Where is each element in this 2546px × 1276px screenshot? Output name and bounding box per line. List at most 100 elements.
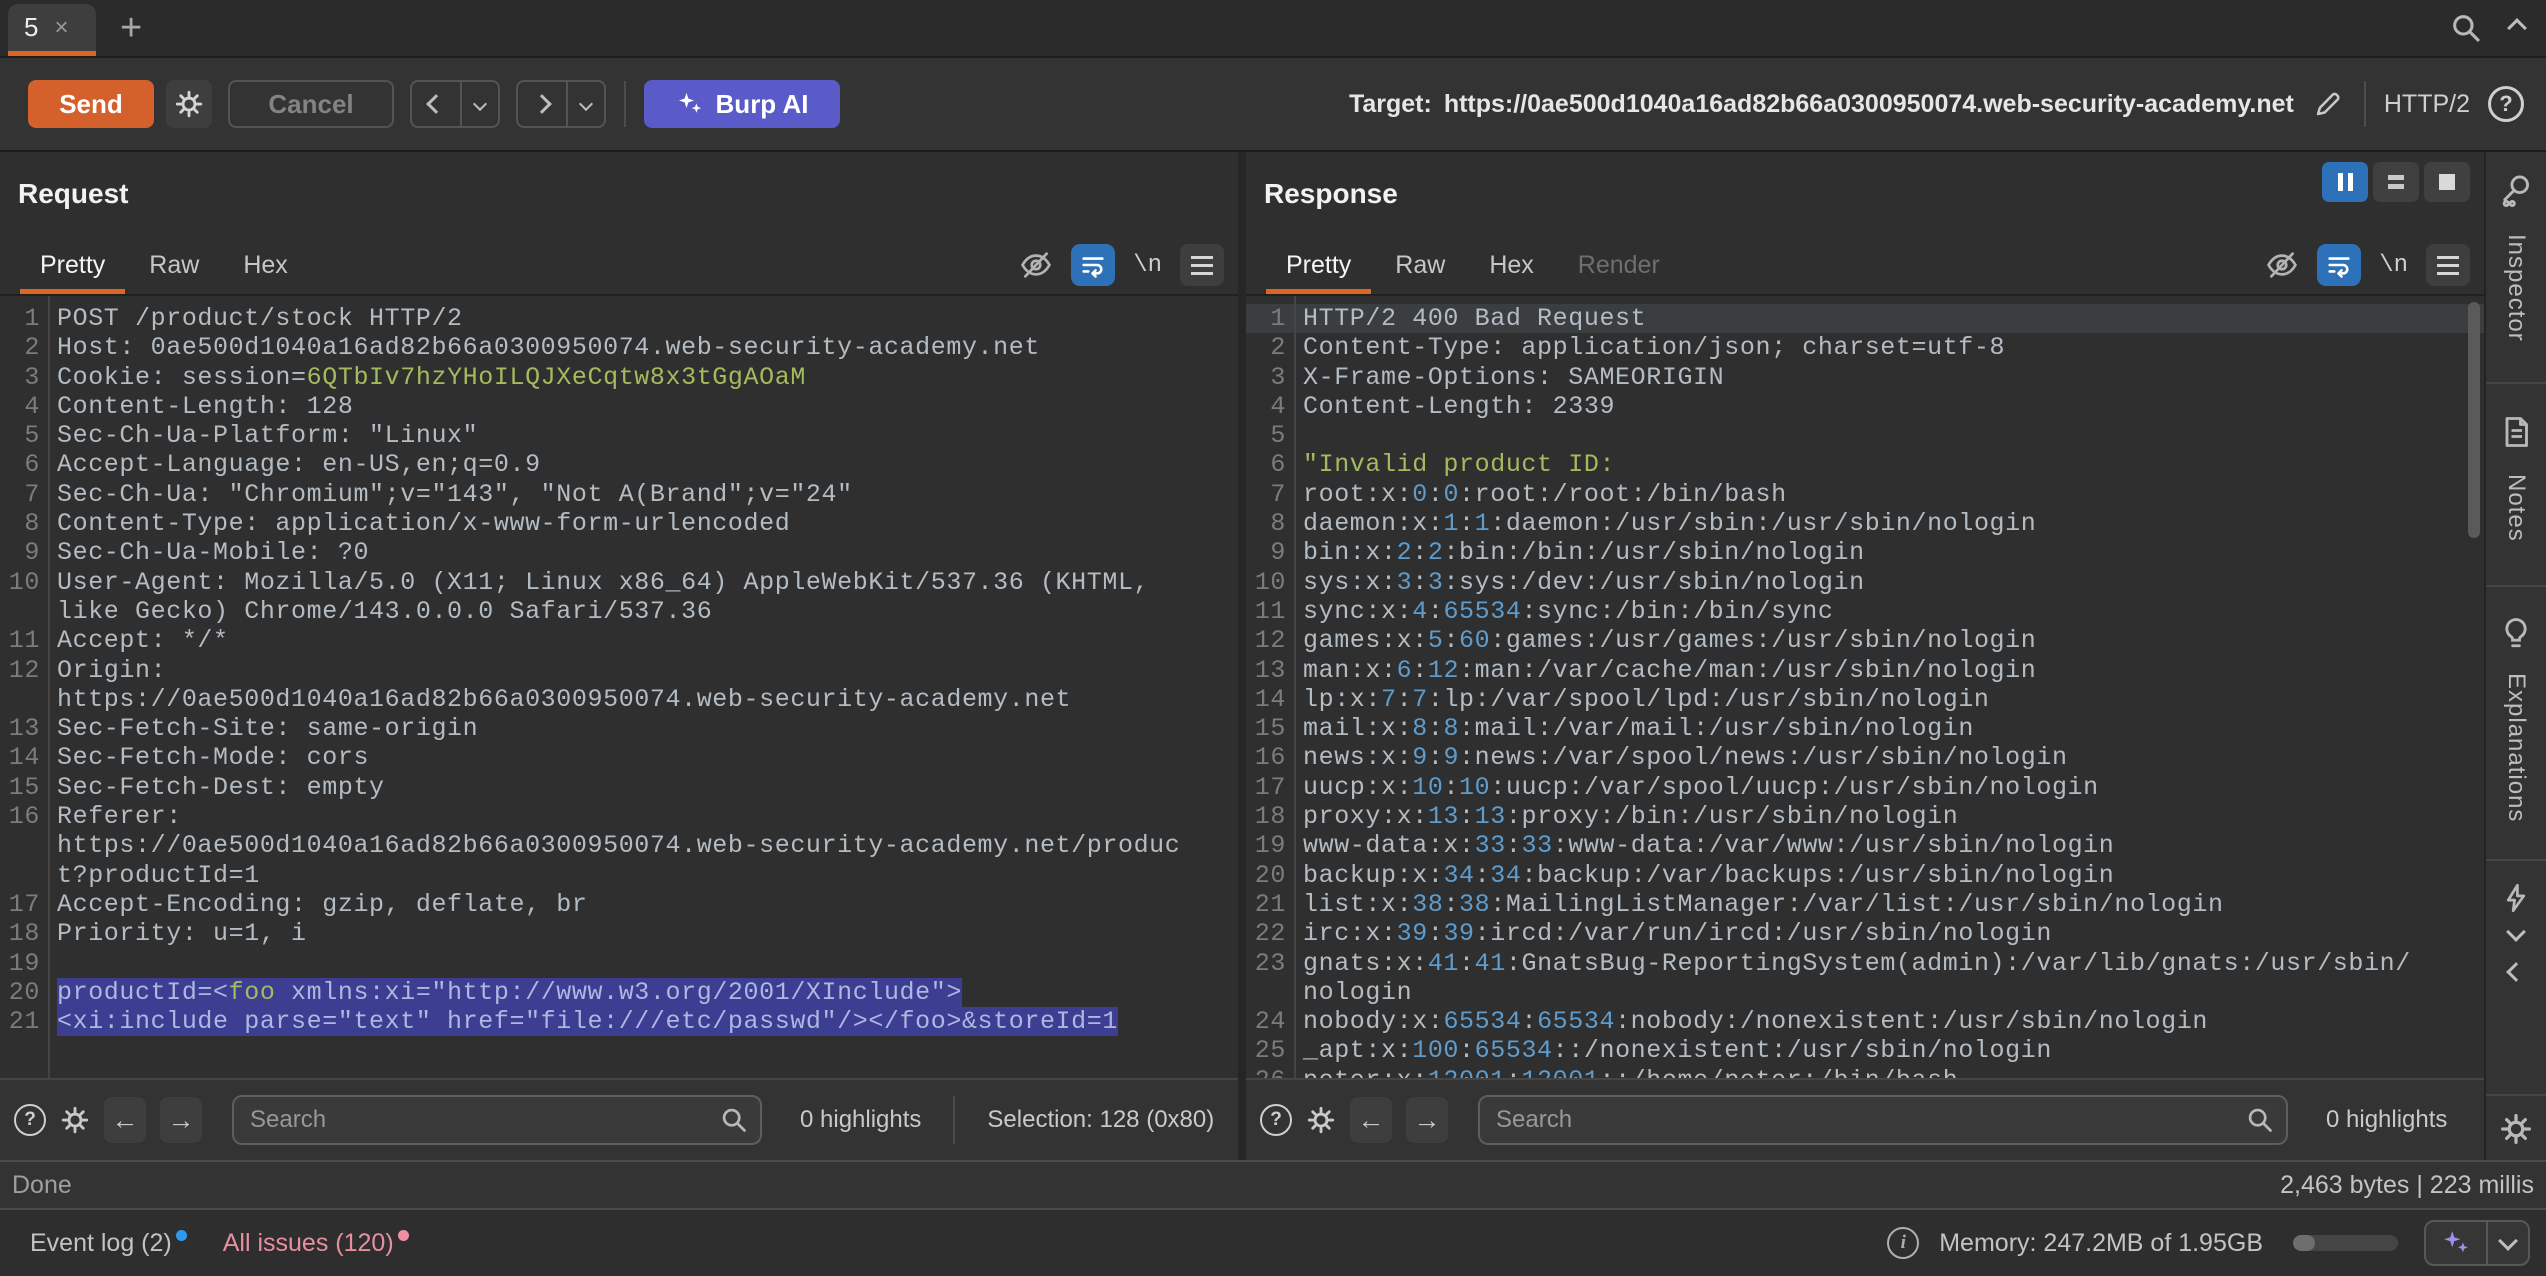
code-line[interactable]: 11Accept: */*	[0, 626, 1238, 655]
info-icon[interactable]: i	[1887, 1227, 1919, 1259]
code-line[interactable]: 22irc:x:39:39:ircd:/var/run/ircd:/usr/sb…	[1246, 919, 2484, 948]
code-text[interactable]: www-data:x:33:33:www-data:/var/www:/usr/…	[1303, 831, 2114, 860]
code-line[interactable]: 6Accept-Language: en-US,en;q=0.9	[0, 450, 1238, 479]
code-line[interactable]: 10sys:x:3:3:sys:/dev:/usr/sbin/nologin	[1246, 568, 2484, 597]
code-text[interactable]: peter:x:12001:12001::/home/peter:/bin/ba…	[1303, 1066, 1958, 1078]
ai-menu-button[interactable]	[2424, 1220, 2530, 1266]
code-text[interactable]: User-Agent: Mozilla/5.0 (X11; Linux x86_…	[57, 568, 1149, 597]
code-text[interactable]: POST /product/stock HTTP/2	[57, 304, 463, 333]
code-text[interactable]: sys:x:3:3:sys:/dev:/usr/sbin/nologin	[1303, 568, 1865, 597]
panel-splitter[interactable]	[1238, 152, 1246, 1160]
word-wrap-icon[interactable]	[2317, 244, 2361, 286]
code-line[interactable]: 18Priority: u=1, i	[0, 919, 1238, 948]
protocol-label[interactable]: HTTP/2	[2384, 90, 2470, 119]
code-line[interactable]: 1HTTP/2 400 Bad Request	[1246, 304, 2484, 333]
code-text[interactable]: _apt:x:100:65534::/nonexistent:/usr/sbin…	[1303, 1036, 2052, 1065]
code-text[interactable]: "Invalid product ID:	[1303, 450, 1615, 479]
code-line[interactable]: 4Content-Length: 2339	[1246, 392, 2484, 421]
response-editor[interactable]: 1HTTP/2 400 Bad Request2Content-Type: ap…	[1246, 296, 2484, 1078]
code-text[interactable]: nologin	[1303, 978, 1412, 1007]
chevron-down-icon[interactable]	[2506, 922, 2526, 942]
request-tab-raw[interactable]: Raw	[127, 236, 221, 294]
request-tab-pretty[interactable]: Pretty	[18, 236, 127, 294]
code-line[interactable]: t?productId=1	[0, 861, 1238, 890]
send-settings-gear-icon[interactable]	[166, 80, 212, 128]
code-text[interactable]: Host: 0ae500d1040a16ad82b66a0300950074.w…	[57, 333, 1040, 362]
code-line[interactable]: 8daemon:x:1:1:daemon:/usr/sbin:/usr/sbin…	[1246, 509, 2484, 538]
back-button[interactable]	[412, 82, 462, 126]
code-text[interactable]: Sec-Ch-Ua-Platform: "Linux"	[57, 421, 478, 450]
code-line[interactable]: 2Host: 0ae500d1040a16ad82b66a0300950074.…	[0, 333, 1238, 362]
code-line[interactable]: 20productId=<foo xmlns:xi="http://www.w3…	[0, 978, 1238, 1007]
burp-ai-button[interactable]: Burp AI	[644, 80, 840, 128]
code-line[interactable]: 12Origin:	[0, 656, 1238, 685]
eye-off-icon[interactable]	[2265, 248, 2299, 282]
code-text[interactable]: like Gecko) Chrome/143.0.0.0 Safari/537.…	[57, 597, 712, 626]
next-match-button[interactable]: →	[160, 1097, 202, 1143]
code-text[interactable]: t?productId=1	[57, 861, 260, 890]
chevron-down-icon[interactable]	[2488, 1239, 2528, 1248]
code-text[interactable]: https://0ae500d1040a16ad82b66a0300950074…	[57, 685, 1071, 714]
response-tab-raw[interactable]: Raw	[1373, 236, 1467, 294]
help-icon[interactable]: ?	[2488, 86, 2524, 122]
event-log-button[interactable]: Event log (2)	[30, 1229, 187, 1258]
lightning-icon[interactable]	[2499, 881, 2533, 915]
code-text[interactable]: proxy:x:13:13:proxy:/bin:/usr/sbin/nolog…	[1303, 802, 1958, 831]
code-line[interactable]: 3Cookie: session=6QTbIv7hzYHoILQJXeCqtw8…	[0, 363, 1238, 392]
code-line[interactable]: 16Referer:	[0, 802, 1238, 831]
code-line[interactable]: 21<xi:include parse="text" href="file://…	[0, 1007, 1238, 1036]
code-line[interactable]: like Gecko) Chrome/143.0.0.0 Safari/537.…	[0, 597, 1238, 626]
all-issues-button[interactable]: All issues (120)	[223, 1229, 409, 1258]
sidebar-tab-explanations[interactable]: Explanations	[2502, 673, 2530, 822]
code-line[interactable]: 2Content-Type: application/json; charset…	[1246, 333, 2484, 362]
code-text[interactable]: mail:x:8:8:mail:/var/mail:/usr/sbin/nolo…	[1303, 714, 1974, 743]
code-line[interactable]: 8Content-Type: application/x-www-form-ur…	[0, 509, 1238, 538]
code-text[interactable]: Content-Length: 2339	[1303, 392, 1615, 421]
code-line[interactable]: 9Sec-Ch-Ua-Mobile: ?0	[0, 538, 1238, 567]
code-text[interactable]: bin:x:2:2:bin:/bin:/usr/sbin/nologin	[1303, 538, 1865, 567]
code-text[interactable]: nobody:x:65534:65534:nobody:/nonexistent…	[1303, 1007, 2208, 1036]
code-text[interactable]: Sec-Fetch-Dest: empty	[57, 773, 385, 802]
code-text[interactable]: Referer:	[57, 802, 182, 831]
menu-icon[interactable]	[2426, 244, 2470, 286]
repeater-tab-5[interactable]: 5 ×	[8, 4, 96, 56]
code-line[interactable]: 13man:x:6:12:man:/var/cache/man:/usr/sbi…	[1246, 656, 2484, 685]
code-line[interactable]: 23gnats:x:41:41:GnatsBug-ReportingSystem…	[1246, 949, 2484, 978]
request-tab-hex[interactable]: Hex	[221, 236, 309, 294]
response-tab-render[interactable]: Render	[1556, 236, 1682, 294]
code-line[interactable]: 11sync:x:4:65534:sync:/bin:/bin/sync	[1246, 597, 2484, 626]
sidebar-tab-inspector[interactable]: Inspector	[2502, 234, 2530, 342]
code-text[interactable]: Accept-Encoding: gzip, deflate, br	[57, 890, 587, 919]
code-line[interactable]: 19www-data:x:33:33:www-data:/var/www:/us…	[1246, 831, 2484, 860]
code-text[interactable]: Content-Type: application/x-www-form-url…	[57, 509, 790, 538]
response-tab-pretty[interactable]: Pretty	[1264, 236, 1373, 294]
search-icon[interactable]	[2450, 12, 2482, 44]
code-text[interactable]: Sec-Ch-Ua: "Chromium";v="143", "Not A(Br…	[57, 480, 853, 509]
code-text[interactable]: Accept-Language: en-US,en;q=0.9	[57, 450, 541, 479]
back-dropdown[interactable]	[462, 82, 498, 126]
code-line[interactable]: 16news:x:9:9:news:/var/spool/news:/usr/s…	[1246, 743, 2484, 772]
search-settings-gear-icon[interactable]	[60, 1105, 90, 1135]
inspector-icon[interactable]	[2498, 172, 2534, 208]
stop-icon-button[interactable]	[2424, 162, 2470, 202]
code-line[interactable]: 24nobody:x:65534:65534:nobody:/nonexiste…	[1246, 1007, 2484, 1036]
notes-icon[interactable]	[2498, 414, 2534, 450]
code-line[interactable]: 15Sec-Fetch-Dest: empty	[0, 773, 1238, 802]
cancel-button[interactable]: Cancel	[228, 80, 394, 128]
code-line[interactable]: 14Sec-Fetch-Mode: cors	[0, 743, 1238, 772]
code-text[interactable]: sync:x:4:65534:sync:/bin:/bin/sync	[1303, 597, 1834, 626]
code-text[interactable]: Sec-Fetch-Mode: cors	[57, 743, 369, 772]
code-text[interactable]: Priority: u=1, i	[57, 919, 307, 948]
code-line[interactable]: 7root:x:0:0:root:/root:/bin/bash	[1246, 480, 2484, 509]
code-text[interactable]: <xi:include parse="text" href="file:///e…	[57, 1007, 1118, 1036]
code-line[interactable]: 4Content-Length: 128	[0, 392, 1238, 421]
newline-toggle[interactable]: \n	[1133, 252, 1162, 279]
request-editor[interactable]: 1POST /product/stock HTTP/22Host: 0ae500…	[0, 296, 1238, 1078]
code-text[interactable]: Origin:	[57, 656, 166, 685]
code-line[interactable]: 17Accept-Encoding: gzip, deflate, br	[0, 890, 1238, 919]
prev-match-button[interactable]: ←	[104, 1097, 146, 1143]
code-text[interactable]: games:x:5:60:games:/usr/games:/usr/sbin/…	[1303, 626, 2036, 655]
rows-layout-icon-button[interactable]	[2373, 162, 2419, 202]
code-text[interactable]: irc:x:39:39:ircd:/var/run/ircd:/usr/sbin…	[1303, 919, 2052, 948]
menu-icon[interactable]	[1180, 244, 1224, 286]
